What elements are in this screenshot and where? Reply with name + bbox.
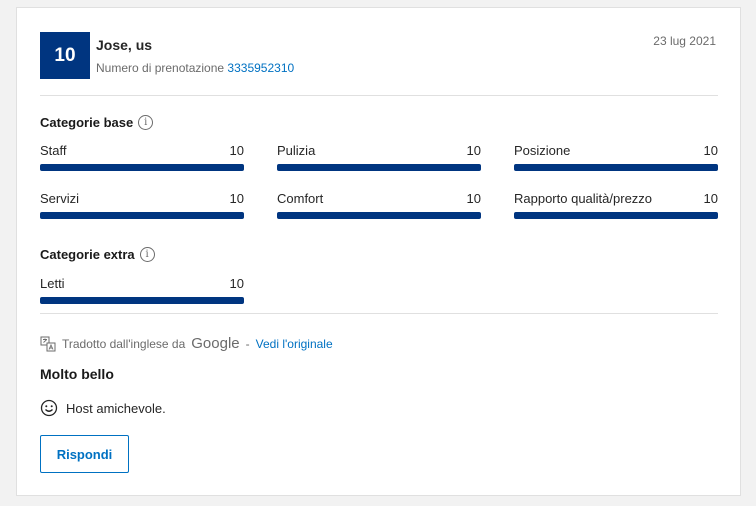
google-logo: Google	[191, 335, 240, 352]
booking-info: Numero di prenotazione 3335952310	[96, 61, 294, 75]
category-value: 10	[466, 143, 481, 158]
category-bar-fill	[40, 297, 244, 304]
category-staff: Staff 10	[40, 143, 244, 171]
category-label: Pulizia	[277, 143, 316, 158]
category-label: Rapporto qualità/prezzo	[514, 191, 653, 206]
category-value: 10	[229, 276, 244, 291]
smiley-icon	[40, 399, 58, 417]
category-bar-fill	[40, 164, 244, 171]
extra-categories-title: Categorie extra i	[40, 247, 155, 262]
category-comfort: Comfort 10	[277, 191, 481, 219]
category-label: Letti	[40, 276, 65, 291]
view-original-link[interactable]: Vedi l'originale	[256, 337, 333, 351]
divider	[40, 313, 718, 314]
booking-label: Numero di prenotazione	[96, 61, 225, 75]
positive-text: Host amichevole.	[66, 400, 166, 416]
category-servizi: Servizi 10	[40, 191, 244, 219]
positive-comment: Host amichevole.	[40, 399, 166, 417]
category-bar	[40, 212, 244, 219]
review-title: Molto bello	[40, 366, 114, 382]
category-label: Servizi	[40, 191, 80, 206]
category-value: 10	[703, 191, 718, 206]
base-categories-label: Categorie base	[40, 115, 134, 130]
translation-separator: -	[245, 336, 250, 351]
category-pulizia: Pulizia 10	[277, 143, 481, 171]
category-bar	[277, 164, 481, 171]
category-label: Posizione	[514, 143, 571, 158]
review-date: 23 lug 2021	[653, 34, 716, 48]
translation-text: Tradotto dall'inglese da	[62, 336, 186, 351]
category-bar	[40, 164, 244, 171]
category-value: 10	[229, 191, 244, 206]
translate-icon	[40, 336, 56, 351]
score-value: 10	[54, 44, 76, 66]
category-letti: Letti 10	[40, 276, 244, 304]
divider	[40, 95, 718, 96]
category-label: Staff	[40, 143, 67, 158]
category-value: 10	[229, 143, 244, 158]
booking-number-link[interactable]: 3335952310	[227, 61, 294, 75]
category-bar	[514, 164, 718, 171]
category-posizione: Posizione 10	[514, 143, 718, 171]
reply-button[interactable]: Rispondi	[40, 435, 129, 473]
info-icon[interactable]: i	[138, 115, 154, 130]
category-value: 10	[466, 191, 481, 206]
category-rapporto-qualita-prezzo: Rapporto qualità/prezzo 10	[514, 191, 718, 219]
category-bar-fill	[40, 212, 244, 219]
category-bar	[40, 297, 244, 304]
extra-categories-label: Categorie extra	[40, 247, 135, 262]
translation-notice: Tradotto dall'inglese da Google - Vedi l…	[40, 335, 333, 352]
category-bar-fill	[277, 164, 481, 171]
category-value: 10	[703, 143, 718, 158]
score-badge: 10	[40, 32, 90, 79]
category-bar-fill	[277, 212, 481, 219]
reviewer-name: Jose, us	[96, 37, 153, 53]
base-categories-title: Categorie base i	[40, 115, 154, 130]
category-bar-fill	[514, 212, 718, 219]
category-label: Comfort	[277, 191, 324, 206]
info-icon[interactable]: i	[139, 247, 155, 262]
review-card: 10 Jose, us Numero di prenotazione 33359…	[16, 7, 741, 496]
category-bar-fill	[514, 164, 718, 171]
category-bar	[277, 212, 481, 219]
category-bar	[514, 212, 718, 219]
